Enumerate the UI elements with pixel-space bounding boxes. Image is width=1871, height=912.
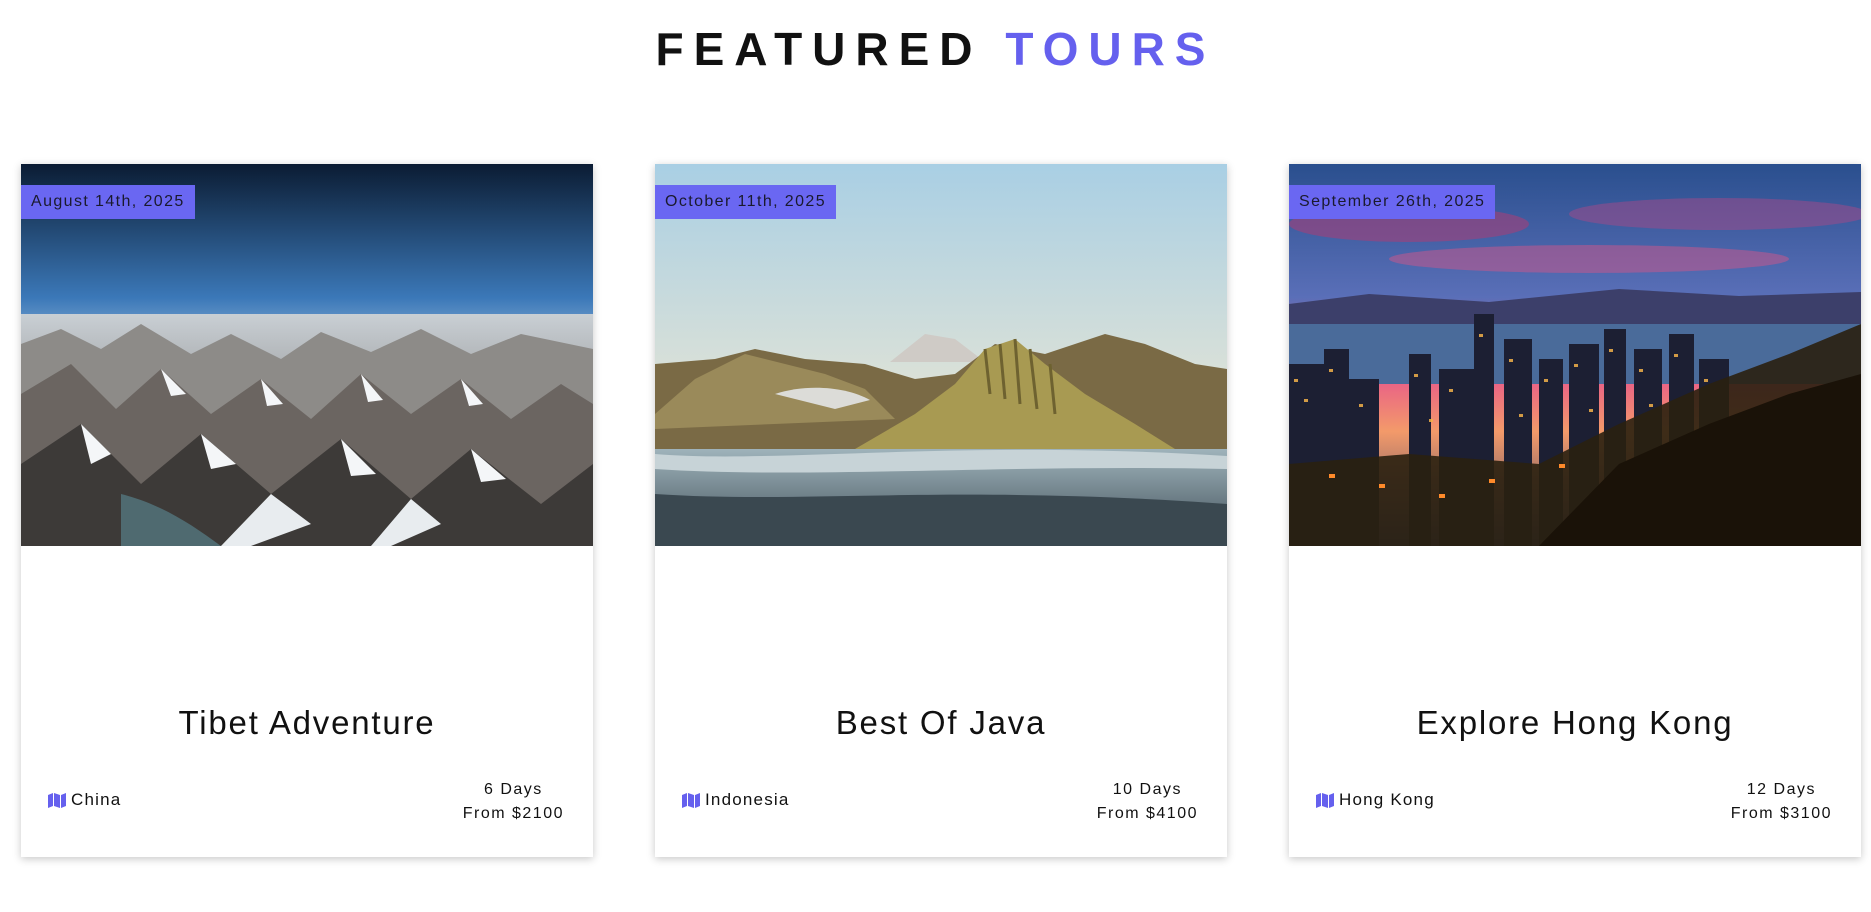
tour-location-label: Indonesia (705, 790, 790, 809)
tour-location: Indonesia (682, 790, 790, 810)
tour-duration: 6 Days (483, 781, 543, 798)
tour-title[interactable]: Explore Hong Kong (1289, 704, 1861, 742)
tour-price: From $4100 (1096, 805, 1198, 822)
map-icon (1316, 792, 1334, 808)
tour-card-tibet[interactable]: August 14th, 2025 Tibet Adventure China … (21, 164, 593, 857)
tour-meta: 10 Days From $4100 (1097, 778, 1198, 826)
tour-date-badge: September 26th, 2025 (1289, 185, 1496, 219)
tour-location-label: Hong Kong (1339, 790, 1435, 809)
tour-price: From $3100 (1730, 805, 1832, 822)
tour-location-label: China (71, 790, 122, 809)
tour-image-tibet[interactable] (21, 164, 593, 546)
tour-meta: 6 Days From $2100 (463, 778, 564, 826)
tour-duration: 10 Days (1112, 781, 1182, 798)
section-title: FEATURED TOURS (0, 22, 1871, 76)
title-accent: TOURS (1005, 23, 1216, 75)
tour-title[interactable]: Tibet Adventure (21, 704, 593, 742)
tour-date-badge: October 11th, 2025 (655, 185, 836, 219)
tour-duration: 12 Days (1746, 781, 1816, 798)
map-icon (48, 792, 66, 808)
tour-price: From $2100 (462, 805, 564, 822)
tour-title[interactable]: Best Of Java (655, 704, 1227, 742)
tour-card-hong-kong[interactable]: September 26th, 2025 Explore Hong Kong H… (1289, 164, 1861, 857)
tour-image-hong-kong[interactable] (1289, 164, 1861, 546)
tour-meta: 12 Days From $3100 (1731, 778, 1832, 826)
title-main: FEATURED (655, 23, 983, 75)
tour-location: China (48, 790, 121, 810)
map-icon (682, 792, 700, 808)
tour-card-java[interactable]: October 11th, 2025 Best Of Java Indonesi… (655, 164, 1227, 857)
tour-date-badge: August 14th, 2025 (21, 185, 195, 219)
tour-location: Hong Kong (1316, 790, 1435, 810)
tour-image-java[interactable] (655, 164, 1227, 546)
